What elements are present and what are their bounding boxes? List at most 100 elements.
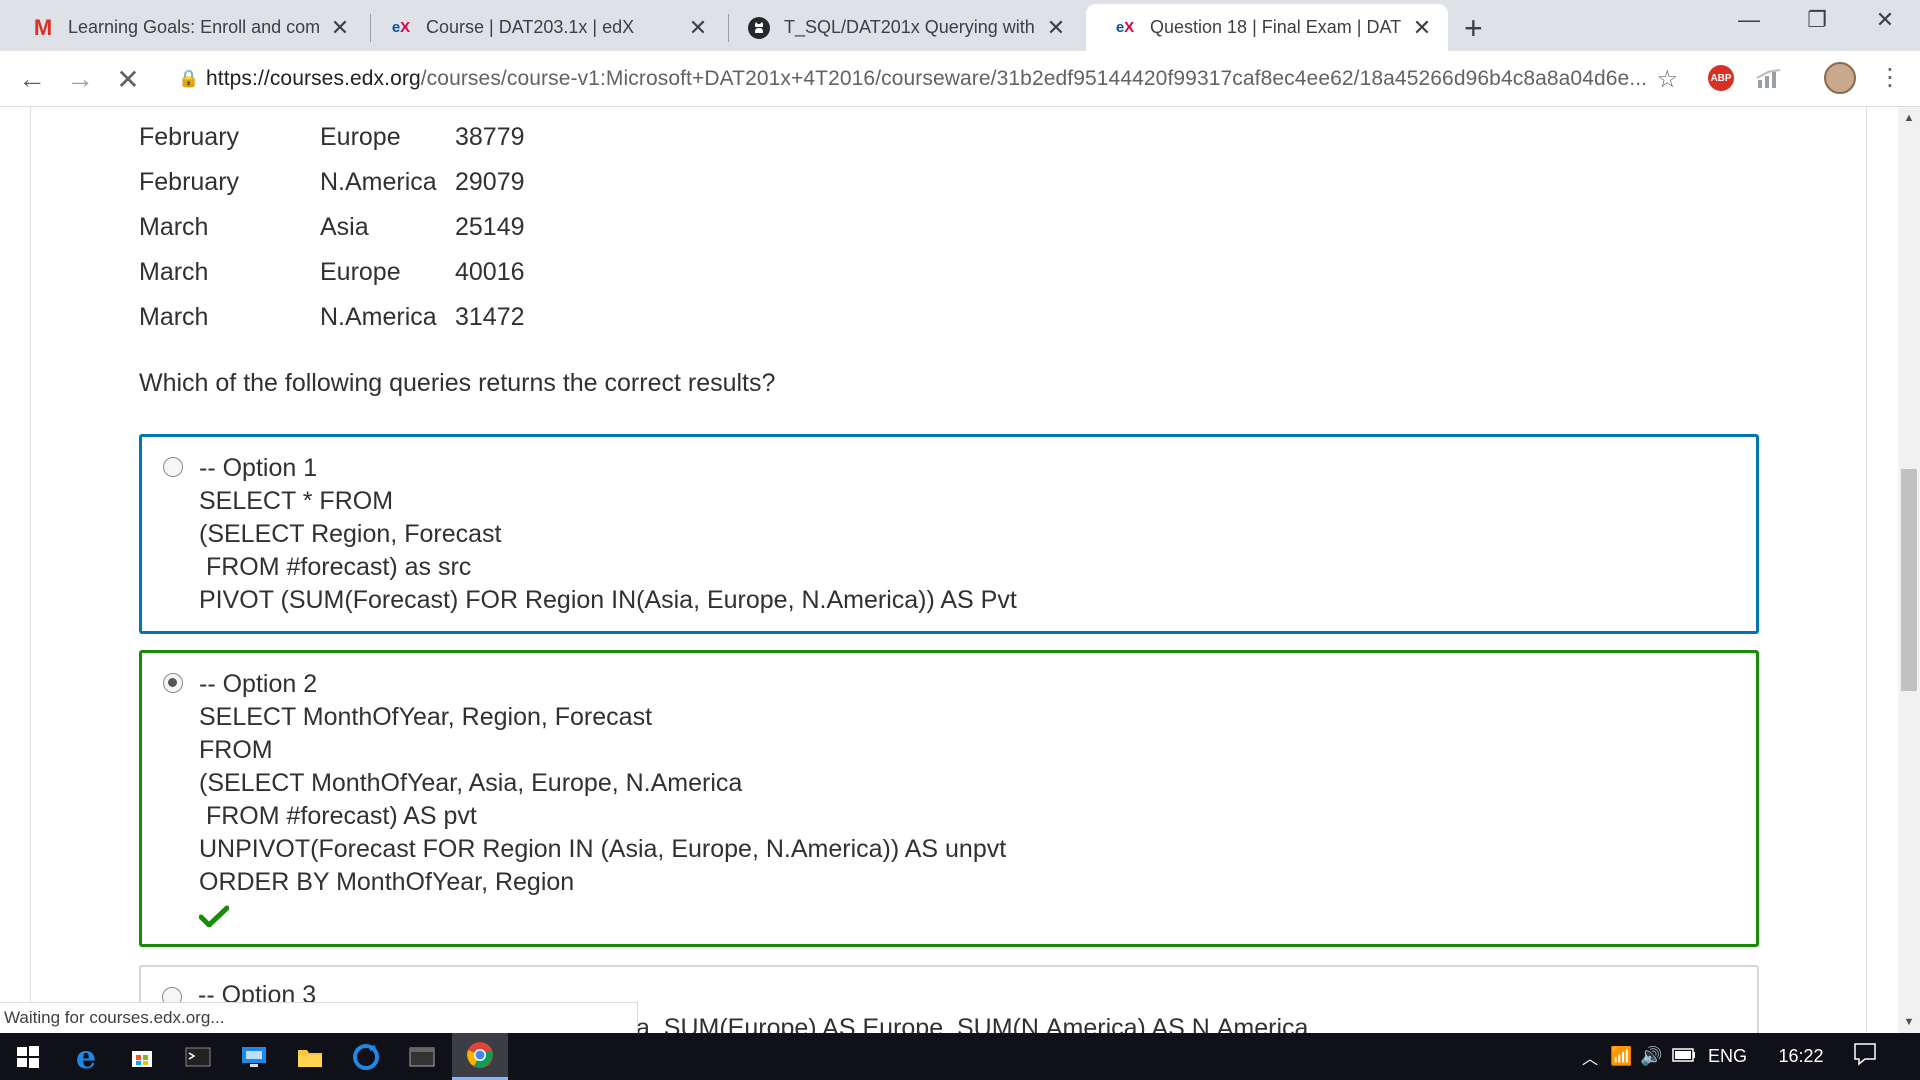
windows-start-icon[interactable] [0,1033,56,1080]
code-line: a, SUM(Europe) AS Europe, SUM(N.America)… [636,1014,1309,1033]
file-explorer-icon[interactable] [282,1033,338,1080]
answer-option-2[interactable]: -- Option 2 SELECT MonthOfYear, Region, F… [139,650,1759,947]
wifi-icon[interactable]: 📶 [1610,1046,1640,1067]
code-line: FROM #forecast) as src [199,553,472,581]
region-cell: N.America [320,303,437,331]
forecast-data-table: February Europe 38779 February N.America… [139,115,525,340]
volume-icon[interactable]: 🔊 [1640,1046,1672,1067]
browser-tab[interactable]: eX Course | DAT203.1x | edX ✕ [362,4,724,51]
code-line: SELECT * FROM [199,487,394,515]
clock[interactable]: 16:22 [1762,1046,1840,1067]
browser-tab[interactable]: M Learning Goals: Enroll and compl ✕ [4,4,366,51]
tab-title: T_SQL/DAT201x Querying with Tr [784,17,1036,37]
url-path: /courses/course-v1:Microsoft+DAT201x+4T2… [420,67,1648,90]
tab-title: Question 18 | Final Exam | DAT20 [1150,17,1402,37]
stop-loading-button[interactable]: ✕ [110,61,146,97]
code-line: ORDER BY MonthOfYear, Region [199,868,575,896]
region-cell: Europe [320,258,401,286]
chrome-icon[interactable] [452,1033,508,1080]
table-row: February N.America 29079 [139,160,525,205]
table-row: March Asia 25149 [139,205,525,250]
option-3-code-partial: a, SUM(Europe) AS Europe, SUM(N.America)… [636,1012,1308,1033]
language-indicator[interactable]: ENG [1708,1046,1762,1067]
lock-icon: 🔒 [178,69,200,88]
forecast-cell: 40016 [455,258,525,286]
restore-button[interactable]: ❐ [1782,0,1852,40]
scroll-up-arrow-icon[interactable]: ▲ [1898,107,1920,129]
option-2-code: -- Option 2 SELECT MonthOfYear, Region, F… [199,668,1006,899]
forward-button[interactable]: → [62,61,98,97]
month-cell: February [139,168,240,196]
code-line: PIVOT (SUM(Forecast) FOR Region IN(Asia,… [199,586,1017,614]
scrollbar-thumb[interactable] [1901,469,1917,691]
bookmark-star-icon[interactable]: ☆ [1656,65,1678,94]
terminal-icon[interactable] [170,1033,226,1080]
month-cell: February [139,123,240,151]
month-cell: March [139,258,209,286]
back-button[interactable]: ← [14,61,50,97]
option-2-radio-selected[interactable] [163,673,183,693]
battery-icon[interactable] [1672,1046,1708,1067]
close-window-button[interactable]: ✕ [1850,0,1920,40]
edx-icon: eX [1115,19,1135,36]
close-tab-icon[interactable]: ✕ [328,15,352,41]
code-line: UNPIVOT(Forecast FOR Region IN (Asia, Eu… [199,835,1007,863]
code-line: (SELECT Region, Forecast [199,520,502,548]
region-cell: Europe [320,123,401,151]
option-1-code: -- Option 1 SELECT * FROM (SELECT Region, … [199,452,1017,617]
scroll-down-arrow-icon[interactable]: ▼ [1898,1011,1920,1033]
forecast-cell: 38779 [455,123,525,151]
profile-avatar[interactable] [1824,62,1856,94]
ccleaner-icon[interactable] [338,1033,394,1080]
code-line: SELECT MonthOfYear, Region, Forecast [199,703,653,731]
minimize-button[interactable]: — [1714,0,1784,40]
tab-strip: M Learning Goals: Enroll and compl ✕ eX … [0,0,1920,51]
store-icon[interactable] [114,1033,170,1080]
remote-desktop-icon[interactable] [226,1033,282,1080]
url-host: https://courses.edx.org [206,67,421,90]
extension-icon[interactable] [1756,68,1782,90]
code-line: -- Option 2 [199,670,318,698]
close-tab-icon[interactable]: ✕ [1044,15,1068,41]
table-row: March N.America 31472 [139,295,525,340]
tab-title: Course | DAT203.1x | edX [426,17,635,37]
browser-tab-active[interactable]: eX Question 18 | Final Exam | DAT20 ✕ [1086,4,1448,51]
correct-check-icon [199,905,229,927]
table-row: March Europe 40016 [139,250,525,295]
action-center-icon[interactable] [1840,1042,1890,1071]
browser-tab[interactable]: T_SQL/DAT201x Querying with Tr ✕ [720,4,1082,51]
chevron-up-icon[interactable]: ︿ [1582,1045,1610,1069]
edx-icon: eX [391,19,411,36]
github-icon [746,15,772,41]
vertical-scrollbar[interactable]: ▲ ▼ [1898,107,1920,1033]
adblock-plus-icon[interactable]: ABP [1708,65,1734,91]
region-cell: Asia [320,213,369,241]
table-row: February Europe 38779 [139,115,525,160]
option-1-radio[interactable] [163,457,183,477]
content-border-right [1866,107,1867,1033]
browser-toolbar: ← → ✕ 🔒 https://courses.edx.org/courses/… [0,51,1920,107]
browser-menu-button[interactable]: ⋮ [1878,60,1902,96]
new-tab-button[interactable]: + [1464,8,1483,48]
code-line: FROM [199,736,273,764]
forecast-cell: 31472 [455,303,525,331]
question-text: Which of the following queries returns t… [139,369,776,397]
answer-option-1[interactable]: -- Option 1 SELECT * FROM (SELECT Region, … [139,434,1759,634]
app-window-icon[interactable] [394,1033,450,1080]
code-line: -- Option 1 [199,454,318,482]
forecast-cell: 25149 [455,213,525,241]
close-tab-icon[interactable]: ✕ [1410,15,1434,41]
windows-taskbar: e ︿ 📶 🔊 ENG 16:22 [0,1033,1920,1080]
edge-browser-icon[interactable]: e [58,1033,114,1080]
close-tab-icon[interactable]: ✕ [686,15,710,41]
system-tray: ︿ 📶 🔊 ENG 16:22 [1582,1033,1890,1080]
code-line: FROM #forecast) AS pvt [199,802,477,830]
content-border-left [30,107,31,1033]
month-cell: March [139,303,209,331]
url-text[interactable]: https://courses.edx.org/courses/course-v… [206,67,1656,91]
region-cell: N.America [320,168,437,196]
tab-title: Learning Goals: Enroll and compl [68,17,320,37]
forecast-cell: 29079 [455,168,525,196]
status-bubble: Waiting for courses.edx.org... [0,1002,638,1033]
address-bar[interactable]: 🔒 https://courses.edx.org/courses/course… [158,58,1688,100]
